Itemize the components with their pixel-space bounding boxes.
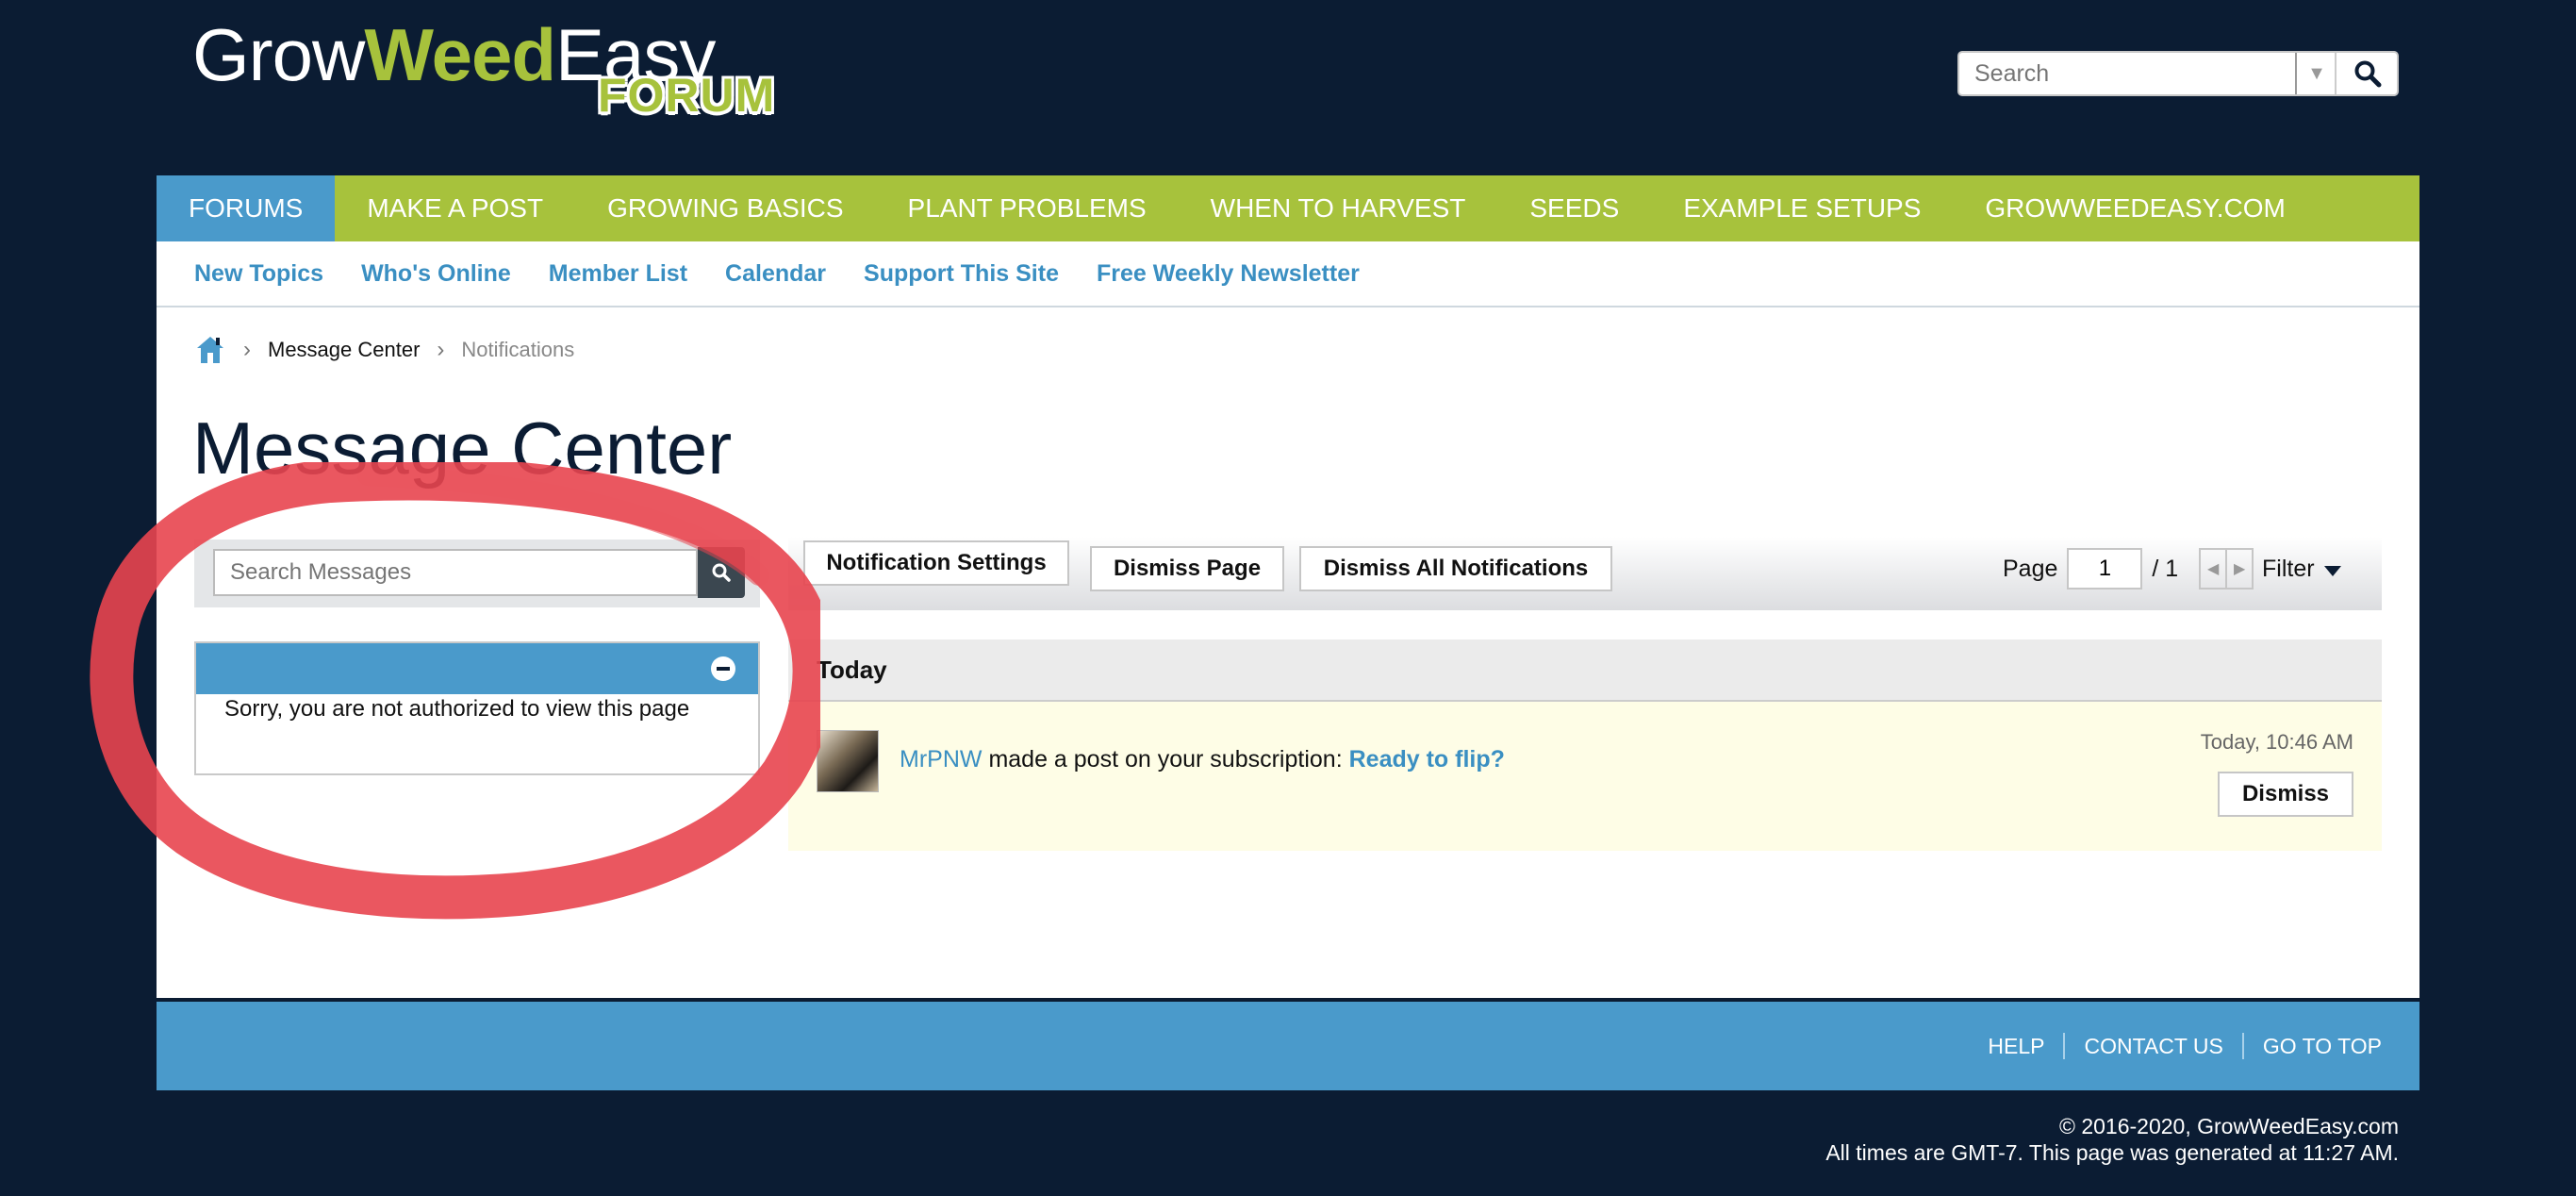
breadcrumb-message-center[interactable]: Message Center: [268, 338, 420, 362]
nav-tab-plant-problems[interactable]: PLANT PROBLEMS: [876, 175, 1179, 241]
next-page-icon[interactable]: ▶: [2225, 550, 2252, 588]
subnav-new-topics[interactable]: New Topics: [194, 260, 323, 288]
nav-tab-when-to-harvest[interactable]: WHEN TO HARVEST: [1179, 175, 1498, 241]
subnav-free-weekly-newsletter[interactable]: Free Weekly Newsletter: [1097, 260, 1360, 288]
breadcrumb: › Message Center › Notifications: [194, 334, 574, 366]
notification-user-link[interactable]: MrPNW: [900, 746, 982, 772]
filter-label: Filter: [2262, 556, 2315, 582]
avatar[interactable]: [817, 730, 879, 792]
search-icon: [2354, 60, 2382, 88]
header-search-input[interactable]: [1959, 53, 2323, 94]
nav-tab-forums[interactable]: FORUMS: [157, 175, 336, 241]
notification-settings-button[interactable]: Notification Settings: [803, 540, 1069, 586]
nav-tab-example-setups[interactable]: EXAMPLE SETUPS: [1651, 175, 1953, 241]
sub-navbar: New Topics Who's Online Member List Cale…: [157, 241, 2419, 307]
search-messages-button[interactable]: [698, 547, 745, 598]
filter-dropdown[interactable]: Filter: [2262, 556, 2341, 583]
notification-text: MrPNW made a post on your subscription: …: [900, 746, 1505, 773]
not-authorized-message: Sorry, you are not authorized to view th…: [224, 696, 690, 722]
footer-go-to-top-link[interactable]: GO TO TOP: [2263, 1034, 2382, 1059]
nav-tab-make-a-post[interactable]: MAKE A POST: [335, 175, 575, 241]
nav-tab-growweedeasy[interactable]: GROWWEEDEASY.COM: [1953, 175, 2317, 241]
page-label: Page: [2003, 555, 2058, 582]
search-messages-input[interactable]: [215, 551, 696, 594]
footer-divider: [2241, 1033, 2244, 1059]
sidebar-panel-header: [196, 643, 758, 694]
sidebar-search-bar: [194, 540, 760, 607]
logo-forum-badge: FORUM: [598, 69, 776, 122]
breadcrumb-separator: ›: [243, 337, 251, 362]
footer-bar: HELP CONTACT US GO TO TOP: [157, 1002, 2419, 1090]
subnav-whos-online[interactable]: Who's Online: [361, 260, 511, 288]
footer-divider: [2063, 1033, 2066, 1059]
search-options-dropdown[interactable]: ▼: [2295, 53, 2337, 94]
page-generated-text: All times are GMT-7. This page was gener…: [1825, 1140, 2399, 1165]
breadcrumb-notifications: Notifications: [461, 338, 575, 361]
notification-message: made a post on your subscription:: [988, 746, 1343, 772]
sidebar-folder-panel: Sorry, you are not authorized to view th…: [194, 641, 760, 775]
page-arrows: ◀ ▶: [2199, 548, 2254, 590]
notification-timestamp: Today, 10:46 AM: [2200, 730, 2353, 754]
caret-down-icon: [2323, 566, 2341, 576]
subnav-support-this-site[interactable]: Support This Site: [864, 260, 1059, 288]
previous-page-icon[interactable]: ◀: [2201, 550, 2225, 588]
dismiss-all-notifications-button[interactable]: Dismiss All Notifications: [1299, 546, 1612, 591]
header-search-button[interactable]: [2335, 53, 2399, 94]
home-icon[interactable]: [194, 334, 226, 366]
pagination: Page / 1 ◀ ▶: [2003, 546, 2254, 591]
footer-contact-us-link[interactable]: CONTACT US: [2084, 1034, 2222, 1059]
site-logo[interactable]: GrowWeedEasy FORUM: [192, 17, 777, 123]
dismiss-page-button[interactable]: Dismiss Page: [1090, 546, 1284, 591]
page-number-input[interactable]: [2067, 548, 2143, 590]
collapse-icon[interactable]: [711, 656, 735, 681]
nav-tab-growing-basics[interactable]: GROWING BASICS: [575, 175, 875, 241]
group-header-today: Today: [788, 640, 2382, 702]
copyright-text: © 2016-2020, GrowWeedEasy.com: [2059, 1114, 2399, 1138]
page-title: Message Center: [192, 407, 733, 490]
subnav-member-list[interactable]: Member List: [549, 260, 687, 288]
header-search-box: ▼: [1957, 51, 2399, 96]
notifications-toolbar: Notification Settings Dismiss Page Dismi…: [788, 537, 2382, 610]
page-total: / 1: [2152, 555, 2179, 582]
search-icon: [712, 563, 731, 582]
subnav-calendar[interactable]: Calendar: [725, 260, 826, 288]
footer-help-link[interactable]: HELP: [1988, 1034, 2044, 1059]
breadcrumb-separator: ›: [437, 337, 445, 362]
notification-thread-link[interactable]: Ready to flip?: [1349, 746, 1505, 772]
copyright-block: © 2016-2020, GrowWeedEasy.com All times …: [1825, 1113, 2399, 1166]
dismiss-button[interactable]: Dismiss: [2218, 772, 2353, 817]
sidebar-search-box: [213, 549, 698, 596]
main-container: FORUMS MAKE A POST GROWING BASICS PLANT …: [157, 175, 2419, 1090]
chevron-down-icon: ▼: [2307, 62, 2326, 84]
main-navbar: FORUMS MAKE A POST GROWING BASICS PLANT …: [157, 175, 2419, 241]
nav-tab-seeds[interactable]: SEEDS: [1497, 175, 1651, 241]
notification-item: MrPNW made a post on your subscription: …: [788, 702, 2382, 851]
